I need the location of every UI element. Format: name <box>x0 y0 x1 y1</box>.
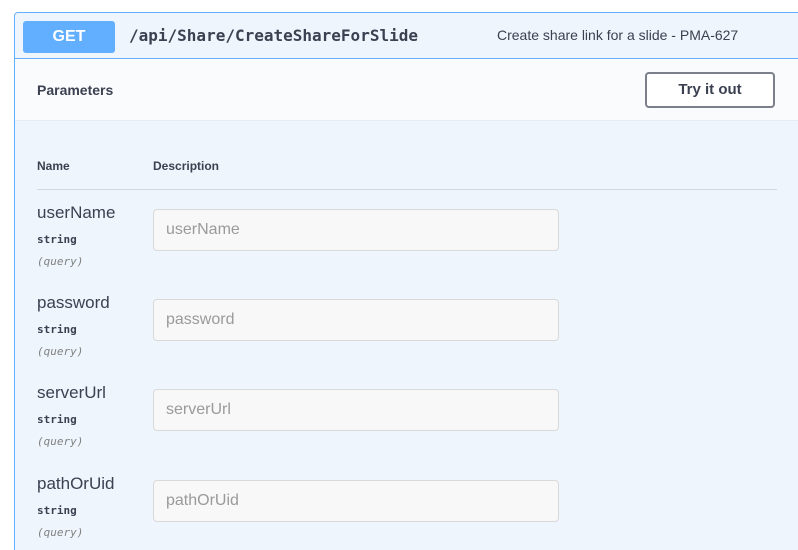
column-header-name: Name <box>37 159 70 173</box>
parameter-type: string <box>37 323 77 336</box>
parameters-title: Parameters <box>37 82 114 98</box>
parameter-name: userName <box>37 203 116 222</box>
password-input[interactable] <box>153 299 559 341</box>
parameter-name: serverUrl <box>37 383 106 402</box>
operation-path: /api/Share/CreateShareForSlide <box>129 26 418 45</box>
parameter-type: string <box>37 233 77 246</box>
parameters-header: Parameters Try it out <box>15 59 798 121</box>
server-url-input[interactable] <box>153 389 559 431</box>
parameter-name: pathOrUid <box>37 474 115 493</box>
path-or-uid-input[interactable] <box>153 480 559 522</box>
parameter-row-serverurl: serverUrl string (query) <box>15 383 798 473</box>
parameter-location: (query) <box>37 255 84 268</box>
parameter-type: string <box>37 413 77 426</box>
parameter-row-password: password string (query) <box>15 293 798 383</box>
operation-description: Create share link for a slide - PMA-627 <box>497 27 739 43</box>
http-method-badge: GET <box>23 21 115 53</box>
parameter-location: (query) <box>37 435 84 448</box>
operation-summary[interactable]: GET /api/Share/CreateShareForSlide Creat… <box>15 13 798 59</box>
parameter-row-username: userName string (query) <box>15 203 798 293</box>
table-header-divider <box>37 189 777 190</box>
parameter-location: (query) <box>37 345 84 358</box>
parameter-name: password <box>37 293 110 312</box>
parameter-location: (query) <box>37 526 84 539</box>
parameter-type: string <box>37 504 77 517</box>
username-input[interactable] <box>153 209 559 251</box>
try-it-out-button[interactable]: Try it out <box>645 72 775 108</box>
operation-block: GET /api/Share/CreateShareForSlide Creat… <box>14 12 798 550</box>
column-header-description: Description <box>153 159 220 173</box>
parameter-row-pathoruid: pathOrUid string (query) <box>15 474 798 550</box>
